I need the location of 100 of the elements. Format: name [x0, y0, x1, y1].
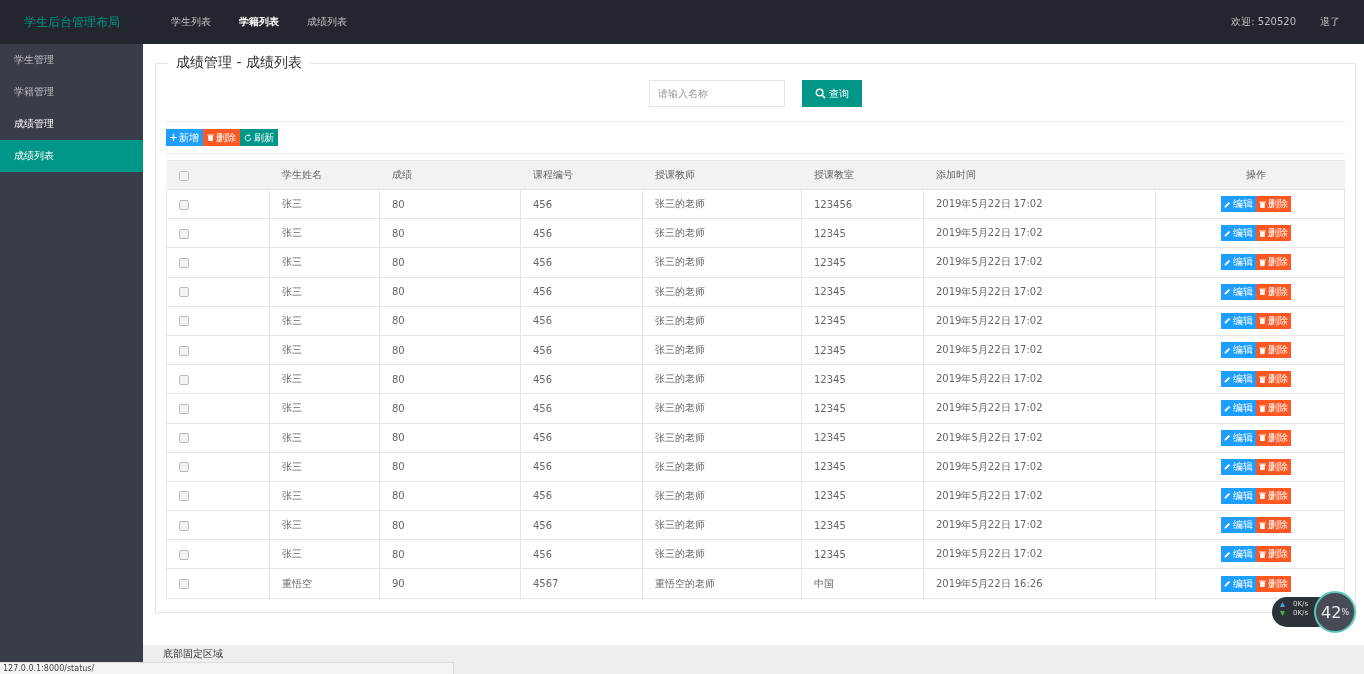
table-cell: 456	[520, 277, 643, 307]
row-checkbox[interactable]	[179, 199, 189, 210]
select-all-checkbox[interactable]	[178, 170, 189, 181]
sidebar-item[interactable]: 成绩管理	[0, 108, 143, 140]
row-checkbox[interactable]	[179, 433, 189, 444]
edit-button[interactable]: 编辑	[1220, 400, 1256, 417]
table-cell: 456	[520, 452, 643, 482]
edit-button[interactable]: 编辑	[1220, 429, 1256, 446]
table-cell: 12345	[801, 452, 924, 482]
trash-icon	[1258, 229, 1266, 237]
table-cell: 80	[379, 189, 521, 219]
logout-link[interactable]: 退了	[1320, 15, 1340, 29]
table-cell: 张三的老师	[642, 189, 802, 219]
table-cell: 中国	[801, 568, 924, 599]
row-checkbox[interactable]	[179, 316, 189, 327]
edit-button[interactable]: 编辑	[1220, 517, 1256, 534]
table-cell: 456	[520, 247, 643, 278]
edit-button[interactable]: 编辑	[1220, 575, 1256, 592]
edit-button[interactable]: 编辑	[1220, 546, 1256, 563]
delete-button[interactable]: 删除	[1255, 487, 1291, 504]
table-cell: 456	[520, 481, 643, 511]
search-icon	[815, 88, 826, 99]
table-cell: 2019年5月22日 17:02	[923, 452, 1156, 482]
search-field[interactable]: 请输入名称	[649, 80, 785, 107]
table-cell: 456	[520, 306, 643, 336]
refresh-icon	[244, 133, 252, 142]
edit-button[interactable]: 编辑	[1220, 371, 1256, 388]
sidebar-item[interactable]: 学生管理	[0, 44, 143, 76]
delete-button[interactable]: 删除	[1255, 371, 1291, 388]
add-button[interactable]: 新增	[166, 129, 203, 146]
edit-button[interactable]: 编辑	[1220, 487, 1256, 504]
delete-button[interactable]: 删除	[1255, 225, 1291, 242]
row-checkbox[interactable]	[179, 520, 189, 531]
sidebar-item[interactable]: 学籍管理	[0, 76, 143, 108]
app-logo: 学生后台管理布局	[22, 13, 121, 31]
edit-button[interactable]: 编辑	[1220, 283, 1256, 300]
pencil-icon	[1223, 492, 1231, 500]
delete-button[interactable]: 删除	[1255, 400, 1291, 417]
delete-button[interactable]: 删除	[1255, 575, 1291, 592]
table-cell: 2019年5月22日 16:26	[923, 568, 1156, 599]
column-header: 成绩	[379, 160, 521, 190]
edit-button[interactable]: 编辑	[1220, 458, 1256, 475]
row-checkbox[interactable]	[179, 345, 189, 356]
delete-button[interactable]: 删除	[1255, 196, 1291, 213]
delete-button[interactable]: 删除	[1255, 342, 1291, 359]
table-cell: 张三的老师	[642, 277, 802, 307]
table-cell: 12345	[801, 247, 924, 278]
pencil-icon	[1223, 288, 1231, 296]
table-cell: 张三的老师	[642, 393, 802, 423]
sidebar-item[interactable]: 成绩列表	[0, 140, 143, 172]
table-cell: 张三的老师	[642, 306, 802, 336]
table-cell: 张三的老师	[642, 247, 802, 278]
search-button[interactable]: 查询	[802, 80, 862, 107]
delete-button[interactable]: 删除	[1255, 546, 1291, 563]
nav-link[interactable]: 学籍列表	[239, 15, 279, 29]
delete-button[interactable]: 删除	[1255, 458, 1291, 475]
trash-icon	[1258, 492, 1266, 500]
table-cell: 张三	[269, 364, 380, 394]
row-checkbox[interactable]	[179, 549, 189, 560]
table-cell: 2019年5月22日 17:02	[923, 218, 1156, 248]
delete-button[interactable]: 删除	[1255, 517, 1291, 534]
trash-icon	[1258, 200, 1266, 208]
row-checkbox[interactable]	[179, 287, 189, 298]
delete-button[interactable]: 删除	[1255, 283, 1291, 300]
delete-button[interactable]: 删除	[1255, 254, 1291, 271]
edit-button[interactable]: 编辑	[1220, 342, 1256, 359]
refresh-button[interactable]: 刷新	[240, 129, 278, 146]
trash-icon	[1258, 317, 1266, 325]
edit-button[interactable]: 编辑	[1220, 225, 1256, 242]
row-checkbox[interactable]	[179, 257, 189, 268]
table-cell: 张三	[269, 247, 380, 278]
row-checkbox[interactable]	[179, 403, 189, 414]
delete-button[interactable]: 删除	[1255, 429, 1291, 446]
table-cell: 12345	[801, 306, 924, 336]
table-cell: 90	[379, 568, 521, 599]
delete-button[interactable]: 删除	[1255, 312, 1291, 329]
trash-icon	[207, 134, 214, 141]
row-checkbox[interactable]	[179, 579, 189, 590]
edit-button[interactable]: 编辑	[1220, 312, 1256, 329]
edit-button[interactable]: 编辑	[1220, 196, 1256, 213]
column-header: 添加时间	[923, 160, 1156, 190]
table-cell: 2019年5月22日 17:02	[923, 189, 1156, 219]
table-cell: 张三的老师	[642, 510, 802, 540]
table-cell: 2019年5月22日 17:02	[923, 539, 1156, 569]
edit-button[interactable]: 编辑	[1220, 254, 1256, 271]
table-cell: 80	[379, 277, 521, 307]
table-cell: 80	[379, 423, 521, 453]
table-cell: 重悟空	[269, 568, 380, 599]
nav-link[interactable]: 成绩列表	[307, 15, 347, 29]
delete-button[interactable]: 删除	[203, 129, 240, 146]
row-checkbox[interactable]	[179, 491, 189, 502]
nav-link[interactable]: 学生列表	[171, 15, 211, 29]
table-cell: 12345	[801, 423, 924, 453]
pencil-icon	[1223, 580, 1231, 588]
down-arrow-icon	[1280, 610, 1285, 616]
row-checkbox[interactable]	[179, 374, 189, 385]
row-checkbox[interactable]	[179, 462, 189, 473]
row-checkbox[interactable]	[179, 228, 189, 239]
table-cell: 12345	[801, 393, 924, 423]
trash-icon	[1258, 375, 1266, 383]
